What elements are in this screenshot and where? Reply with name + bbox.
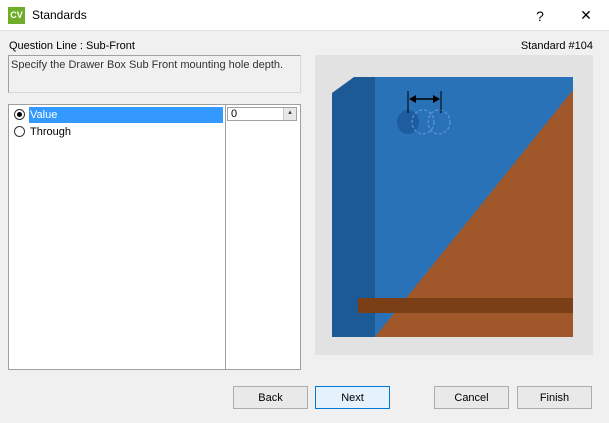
option-label-through: Through — [30, 125, 71, 138]
value-input[interactable]: 0 ▴ — [227, 107, 297, 121]
preview-image — [315, 55, 593, 355]
description-box: Specify the Drawer Box Sub Front mountin… — [8, 55, 301, 93]
help-button[interactable]: ? — [517, 0, 563, 31]
finish-button[interactable]: Finish — [517, 386, 592, 409]
sub-front-diagram — [332, 77, 573, 337]
drawer-bottom-shelf — [358, 298, 573, 313]
value-radio[interactable] — [14, 109, 25, 120]
cancel-button[interactable]: Cancel — [434, 386, 509, 409]
spin-up-icon[interactable]: ▴ — [283, 108, 296, 120]
through-radio[interactable] — [14, 126, 25, 137]
next-button[interactable]: Next — [315, 386, 390, 409]
option-grid: Value Through 0 ▴ — [8, 104, 301, 370]
back-button[interactable]: Back — [233, 386, 308, 409]
close-button[interactable]: ✕ — [563, 0, 609, 31]
title-bar: CV Standards ? ✕ — [0, 0, 609, 31]
option-row-value[interactable]: Value — [9, 106, 225, 123]
value-input-text: 0 — [231, 108, 238, 120]
option-label-value: Value — [29, 106, 223, 123]
option-row-through[interactable]: Through — [9, 123, 225, 140]
app-logo-icon: CV — [8, 7, 25, 24]
window-title: Standards — [32, 8, 87, 22]
standard-number-label: Standard #104 — [520, 40, 593, 52]
grid-divider — [225, 105, 226, 369]
question-line-label: Question Line : Sub-Front — [9, 40, 135, 52]
